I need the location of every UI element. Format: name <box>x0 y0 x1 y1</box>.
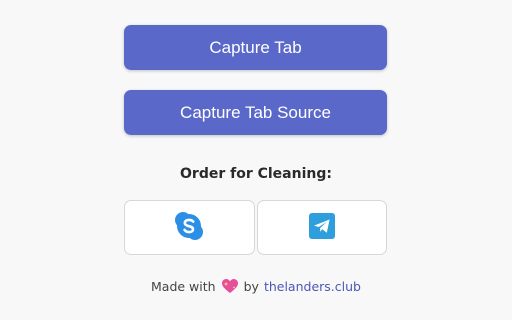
sparkling-heart-icon <box>221 278 239 294</box>
skype-contact-button[interactable] <box>124 200 255 255</box>
telegram-icon <box>308 212 335 243</box>
made-with-text: Made with <box>151 278 216 294</box>
by-text: by <box>243 278 259 294</box>
extension-popup: Capture Tab Capture Tab Source Order for… <box>0 0 512 320</box>
telegram-contact-button[interactable] <box>256 200 387 255</box>
order-cleaning-heading: Order for Cleaning: <box>180 166 332 182</box>
contact-options <box>124 200 387 255</box>
footer: Made with by thelanders.club <box>0 278 512 294</box>
skype-icon <box>174 211 204 245</box>
capture-tab-source-button[interactable]: Capture Tab Source <box>124 90 387 135</box>
capture-tab-button[interactable]: Capture Tab <box>124 25 387 70</box>
thelanders-club-link[interactable]: thelanders.club <box>264 279 361 294</box>
